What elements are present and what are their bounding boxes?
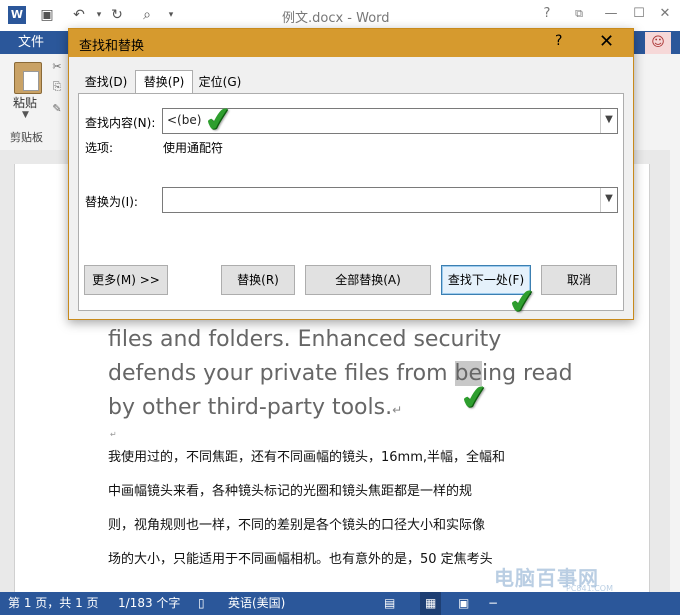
dialog-close-button[interactable]: ✕ <box>599 31 614 52</box>
print-layout-icon[interactable]: ▦ <box>420 592 442 615</box>
page-count[interactable]: 第 1 页，共 1 页 <box>8 592 99 615</box>
chinese-line-1: 我使用过的，不同焦距，还有不同画幅的镜头，16mm,半幅，全幅和 <box>108 450 506 465</box>
clipboard-group-label: 剪贴板 <box>10 131 43 144</box>
word-logo-icon[interactable]: W <box>8 6 26 24</box>
options-value: 使用通配符 <box>163 141 224 155</box>
chinese-line-3: 则，视角规则也一样，不同的差别是各个镜头的口径大小和实际像 <box>108 518 486 533</box>
tab-find[interactable]: 查找(D) <box>81 71 131 93</box>
vertical-scrollbar[interactable] <box>670 150 680 592</box>
close-window-button[interactable]: ✕ <box>654 4 676 24</box>
window-title: 例文.docx - Word <box>282 11 390 26</box>
replace-with-label: 替换为(I): <box>85 195 138 209</box>
cut-icon[interactable]: ✂ <box>50 60 64 74</box>
dialog-title-bar[interactable]: 查找和替换 ? ✕ <box>69 29 633 57</box>
check-mark-icon: ✔ <box>505 280 540 324</box>
paste-dropdown-icon[interactable]: ▼ <box>22 110 29 120</box>
english-line-2: defends your private files from being re… <box>108 361 573 386</box>
undo-icon[interactable]: ↶ <box>70 6 88 24</box>
avatar[interactable]: ☺ <box>645 32 671 54</box>
english-line-3: by other third-party tools.↵ <box>108 395 403 420</box>
copy-icon[interactable]: ⎘ <box>50 80 64 94</box>
format-painter-icon[interactable]: ✎ <box>50 102 64 116</box>
web-layout-icon[interactable]: ▣ <box>458 592 469 615</box>
find-what-value: <(be) <box>167 113 202 127</box>
proofing-icon[interactable]: ▯ <box>198 592 205 615</box>
find-what-label: 查找内容(N): <box>85 116 156 130</box>
paragraph-mark: ↵ <box>392 403 403 417</box>
tab-replace[interactable]: 替换(P) <box>135 70 193 95</box>
status-bar: 第 1 页，共 1 页 1/183 个字 ▯ 英语(美国) ▤ ▦ ▣ − <box>0 592 680 615</box>
title-bar: W ▣ ↶ ▾ ↻ ⌕ ▾ 例文.docx - Word ? ⧉ — ☐ ✕ <box>0 0 680 31</box>
maximize-button[interactable]: ☐ <box>628 4 650 24</box>
print-preview-icon[interactable]: ⌕ <box>138 6 156 24</box>
replace-with-input[interactable]: ▼ <box>162 187 618 213</box>
paste-button-label[interactable]: 粘贴 <box>13 94 37 111</box>
dialog-help-button[interactable]: ? <box>555 33 562 49</box>
check-mark-icon: ✔ <box>201 98 236 142</box>
minimize-button[interactable]: — <box>600 4 622 24</box>
word-count[interactable]: 1/183 个字 <box>118 592 180 615</box>
more-button[interactable]: 更多(M) >> <box>84 265 168 295</box>
save-icon[interactable]: ▣ <box>38 6 56 24</box>
chinese-paragraph[interactable]: 我使用过的，不同焦距，还有不同画幅的镜头，16mm,半幅，全幅和 中画幅镜头来看… <box>108 441 578 577</box>
chevron-down-icon[interactable]: ▼ <box>600 109 617 133</box>
english-paragraph[interactable]: files and folders. Enhanced security def… <box>108 323 578 427</box>
english-line-1: files and folders. Enhanced security <box>108 327 502 352</box>
dialog-title: 查找和替换 <box>79 39 145 54</box>
options-label: 选项: <box>85 141 114 155</box>
chevron-down-icon[interactable]: ▼ <box>600 188 617 212</box>
replace-button[interactable]: 替换(R) <box>221 265 295 295</box>
chinese-line-2: 中画幅镜头来看，各种镜头标记的光圈和镜头焦距都是一样的规 <box>108 484 473 499</box>
read-mode-icon[interactable]: ▤ <box>384 592 395 615</box>
redo-icon[interactable]: ↻ <box>108 6 126 24</box>
check-mark-icon: ✔ <box>457 376 492 420</box>
help-button[interactable]: ? <box>536 4 558 24</box>
undo-dropdown-icon[interactable]: ▾ <box>90 6 108 24</box>
customize-qat-icon[interactable]: ▾ <box>162 6 180 24</box>
paste-icon[interactable] <box>14 62 42 94</box>
ribbon-display-options-button[interactable]: ⧉ <box>568 4 590 24</box>
find-replace-dialog: 查找和替换 ? ✕ 查找(D) 替换(P) 定位(G) 查找内容(N): <(b… <box>68 28 634 320</box>
cancel-button[interactable]: 取消 <box>541 265 617 295</box>
file-tab[interactable]: 文件 <box>0 31 62 54</box>
language-indicator[interactable]: 英语(美国) <box>228 592 285 615</box>
tab-goto[interactable]: 定位(G) <box>195 71 245 93</box>
zoom-out-icon[interactable]: − <box>488 592 498 615</box>
replace-all-button[interactable]: 全部替换(A) <box>305 265 431 295</box>
empty-paragraph-mark: ↵ <box>110 430 117 439</box>
